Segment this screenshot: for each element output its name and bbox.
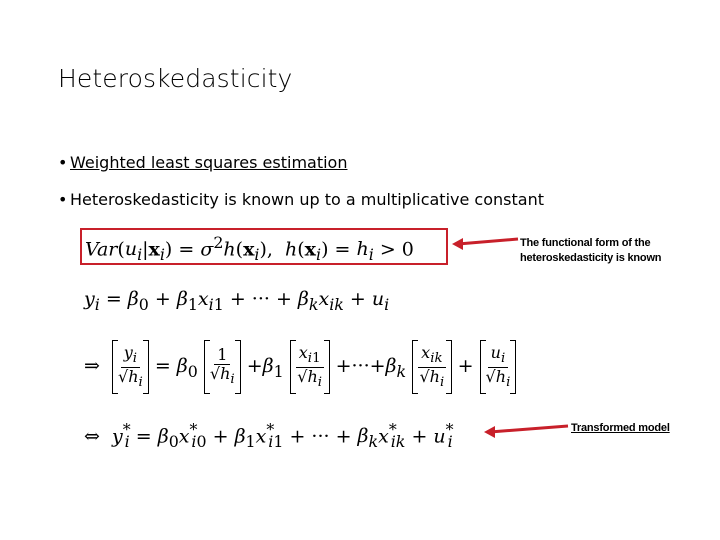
slide-title: Heteroskedasticity bbox=[58, 64, 293, 93]
annotation-functional-form: The functional form of the heteroskedast… bbox=[520, 236, 662, 266]
model-equation: yi = β0 + β1xi1 + ··· + βkxik + ui bbox=[84, 288, 390, 314]
bullet-icon: • bbox=[58, 153, 68, 172]
annotation-line: The functional form of the bbox=[520, 237, 651, 249]
bullet-text[interactable]: Weighted least squares estimation bbox=[70, 153, 347, 172]
arrow-left-icon bbox=[484, 424, 569, 438]
annotation-transformed-model: Transformed model bbox=[571, 422, 670, 434]
arrow-left-icon bbox=[452, 237, 519, 250]
bullet-weighted-least-squares: • Weighted least squares estimation bbox=[58, 153, 347, 172]
transformed-equation: ⇔ y*i = β0x*i0 + β1x*i1 + ··· + βkx*ik +… bbox=[84, 420, 454, 452]
bullet-known-constant: • Heteroskedasticity is known up to a mul… bbox=[58, 190, 544, 209]
bullet-text: Heteroskedasticity is known up to a mult… bbox=[70, 190, 544, 209]
variance-equation: Var(ui|xi) = σ2h(xi), h(xi) = hi > 0 bbox=[85, 233, 414, 265]
annotation-line: heteroskedasticity is known bbox=[520, 252, 662, 264]
weighted-equation: ⇒ yi √hi = β0 1 √hi +β1 xi1 √hi +···+βk xik… bbox=[84, 340, 517, 394]
bullet-icon: • bbox=[58, 190, 68, 209]
